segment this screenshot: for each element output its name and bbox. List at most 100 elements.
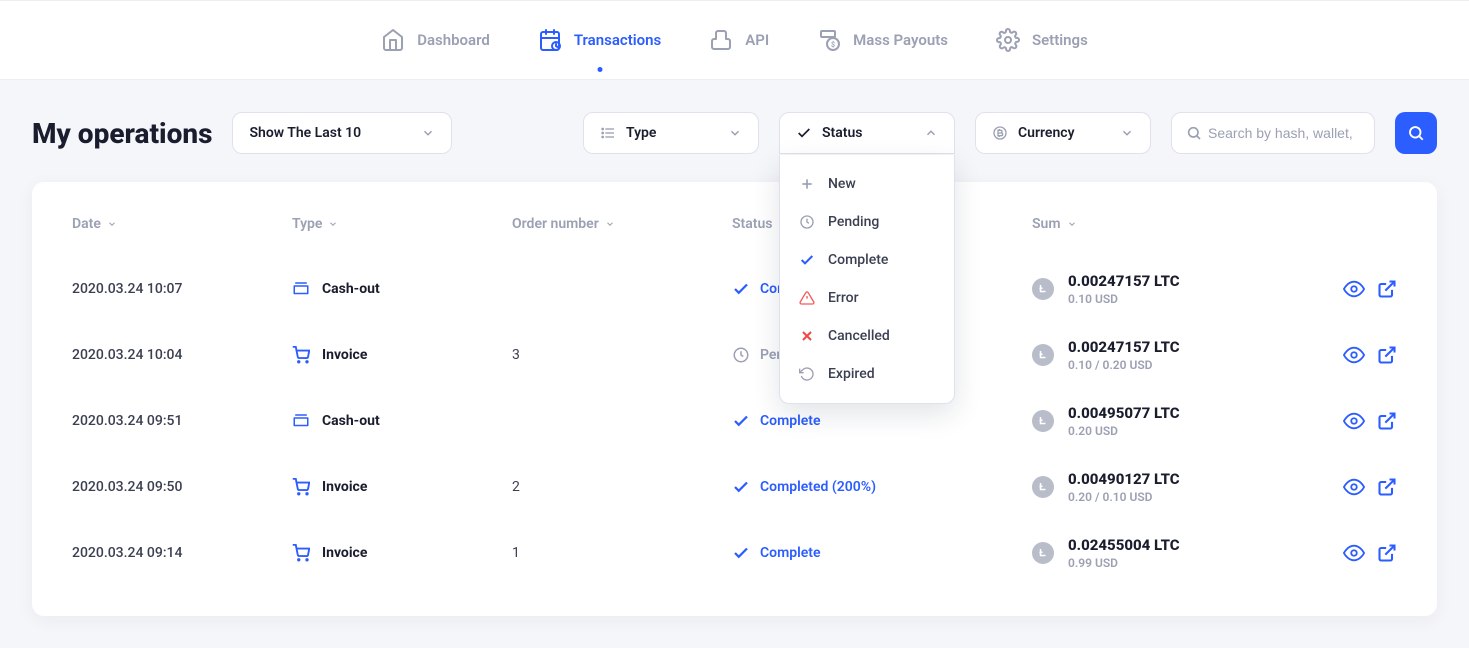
- cell-date: 2020.03.24 09:50: [72, 479, 292, 495]
- refresh-icon: [798, 365, 816, 383]
- wallet-icon: [292, 280, 310, 298]
- view-button[interactable]: [1343, 542, 1365, 564]
- nav-settings[interactable]: Settings: [996, 28, 1088, 52]
- status-option-new[interactable]: New: [780, 165, 954, 203]
- operations-table: Date Type Order number Status Sum 2: [32, 182, 1437, 616]
- cell-order: 3: [512, 347, 732, 363]
- nav-api[interactable]: API: [709, 28, 769, 52]
- col-order[interactable]: Order number: [512, 216, 732, 232]
- col-type[interactable]: Type: [292, 216, 512, 232]
- open-button[interactable]: [1377, 411, 1397, 431]
- option-label: New: [828, 176, 856, 192]
- status-option-complete[interactable]: Complete: [780, 241, 954, 279]
- plus-icon: [798, 175, 816, 193]
- warning-icon: [798, 289, 816, 307]
- nav-label: Dashboard: [417, 31, 490, 49]
- col-label: Date: [72, 216, 101, 232]
- chevron-down-icon: [107, 219, 117, 229]
- search-field[interactable]: [1171, 112, 1375, 154]
- nav-label: Mass Payouts: [853, 31, 948, 49]
- status-label: Completed (200%): [760, 479, 876, 495]
- col-date[interactable]: Date: [72, 216, 292, 232]
- nav-label: API: [745, 31, 769, 49]
- coin-icon: [1032, 542, 1054, 564]
- chevron-up-icon: [924, 126, 938, 140]
- sum-fiat: 0.20 USD: [1068, 424, 1180, 438]
- sum-crypto: 0.00490127 LTC: [1068, 470, 1180, 488]
- home-icon: [381, 28, 405, 52]
- status-option-pending[interactable]: Pending: [780, 203, 954, 241]
- type-label: Invoice: [322, 479, 367, 495]
- col-sum[interactable]: Sum: [1032, 216, 1077, 232]
- view-button[interactable]: [1343, 278, 1365, 300]
- sum-fiat: 0.99 USD: [1068, 556, 1180, 570]
- nav-dashboard[interactable]: Dashboard: [381, 28, 490, 52]
- option-label: Pending: [828, 214, 879, 230]
- view-button[interactable]: [1343, 476, 1365, 498]
- open-button[interactable]: [1377, 279, 1397, 299]
- x-icon: [798, 327, 816, 345]
- type-select[interactable]: Type: [583, 112, 759, 154]
- open-button[interactable]: [1377, 345, 1397, 365]
- select-label: Show The Last 10: [249, 125, 361, 141]
- nav-transactions[interactable]: Transactions: [538, 28, 661, 52]
- sum-crypto: 0.00495077 LTC: [1068, 404, 1180, 422]
- status-label: Complete: [760, 545, 821, 561]
- open-button[interactable]: [1377, 543, 1397, 563]
- table-row: 2020.03.24 09:14 Invoice 1 Complete 0.02…: [72, 520, 1397, 586]
- type-label: Cash-out: [322, 281, 380, 297]
- status-option-error[interactable]: Error: [780, 279, 954, 317]
- sum-crypto: 0.00247157 LTC: [1068, 338, 1180, 356]
- view-button[interactable]: [1343, 410, 1365, 432]
- check-icon: [732, 478, 750, 496]
- nav-label: Settings: [1032, 31, 1088, 49]
- sum-fiat: 0.10 USD: [1068, 292, 1180, 306]
- select-label: Status: [822, 125, 862, 141]
- cell-type: Invoice: [292, 346, 512, 364]
- chevron-down-icon: [328, 219, 338, 229]
- view-button[interactable]: [1343, 344, 1365, 366]
- select-label: Type: [626, 125, 656, 141]
- sum-fiat: 0.10 / 0.20 USD: [1068, 358, 1180, 372]
- clock-icon: [798, 213, 816, 231]
- show-last-select[interactable]: Show The Last 10: [232, 112, 452, 154]
- coin-icon: [1032, 344, 1054, 366]
- search-button[interactable]: [1395, 112, 1437, 154]
- option-label: Complete: [828, 252, 888, 268]
- table-row: 2020.03.24 10:04 Invoice 3 Pending 0.002…: [72, 322, 1397, 388]
- chevron-down-icon: [1120, 126, 1134, 140]
- chevron-down-icon: [421, 126, 435, 140]
- cell-sum: 0.00247157 LTC 0.10 USD: [1032, 272, 1180, 306]
- sum-fiat: 0.20 / 0.10 USD: [1068, 490, 1180, 504]
- check-icon: [798, 251, 816, 269]
- option-label: Cancelled: [828, 328, 890, 344]
- chevron-down-icon: [1067, 219, 1077, 229]
- nav-mass-payouts[interactable]: $ Mass Payouts: [817, 28, 948, 52]
- table-row: 2020.03.24 10:07 Cash-out Complete 0.002…: [72, 256, 1397, 322]
- puzzle-icon: [709, 28, 733, 52]
- cell-order: 2: [512, 479, 732, 495]
- status-option-cancelled[interactable]: Cancelled: [780, 317, 954, 355]
- status-select[interactable]: Status New Pending: [779, 112, 955, 154]
- cell-date: 2020.03.24 10:04: [72, 347, 292, 363]
- cell-date: 2020.03.24 09:14: [72, 545, 292, 561]
- status-dropdown: New Pending Complete: [779, 155, 955, 404]
- option-label: Expired: [828, 366, 875, 382]
- open-button[interactable]: [1377, 477, 1397, 497]
- cart-icon: [292, 544, 310, 562]
- coin-icon: [1032, 278, 1054, 300]
- cell-sum: 0.02455004 LTC 0.99 USD: [1032, 536, 1180, 570]
- col-label: Status: [732, 216, 772, 232]
- col-label: Order number: [512, 216, 599, 232]
- option-label: Error: [828, 290, 859, 306]
- table-row: 2020.03.24 09:50 Invoice 2 Completed (20…: [72, 454, 1397, 520]
- top-nav: Dashboard Transactions API $ Mass Payout…: [0, 0, 1469, 80]
- search-input[interactable]: [1208, 125, 1374, 141]
- cell-status: Complete: [732, 544, 1032, 562]
- payouts-icon: $: [817, 28, 841, 52]
- cell-sum: 0.00495077 LTC 0.20 USD: [1032, 404, 1180, 438]
- check-icon: [732, 412, 750, 430]
- status-option-expired[interactable]: Expired: [780, 355, 954, 393]
- cell-status: Completed (200%): [732, 478, 1032, 496]
- currency-select[interactable]: Currency: [975, 112, 1151, 154]
